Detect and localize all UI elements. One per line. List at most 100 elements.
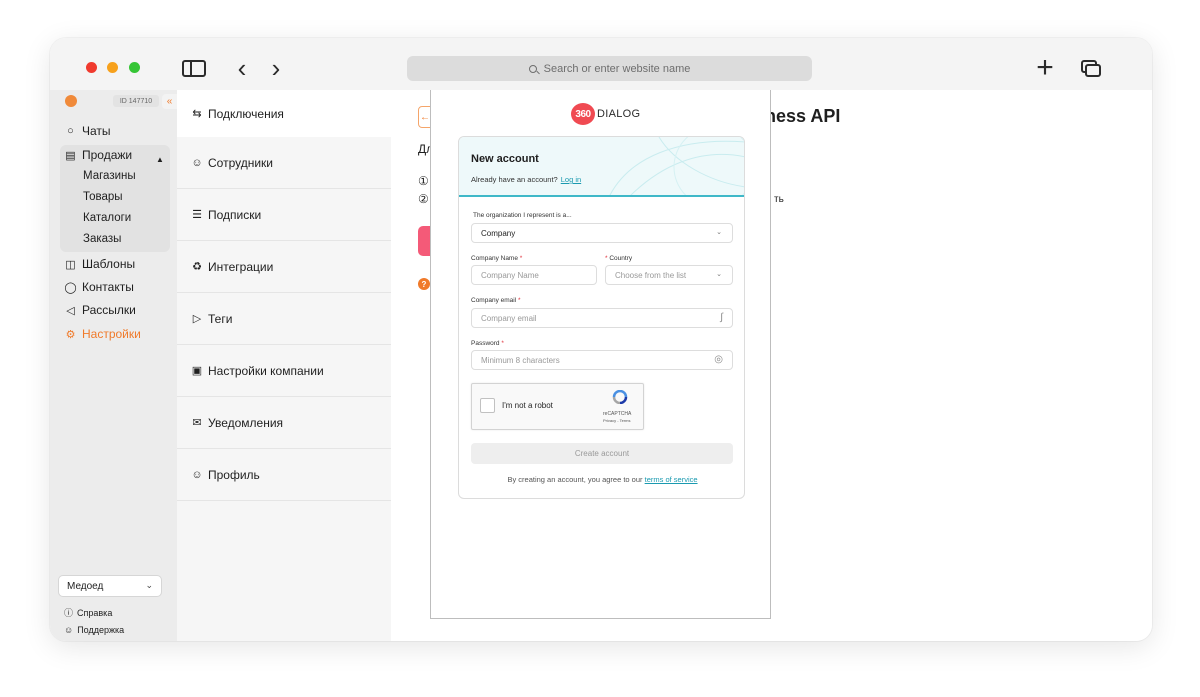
login-prompt: Already have an account? Log in [471, 175, 581, 184]
puzzle-icon: ♻ [192, 261, 202, 273]
tabs-icon[interactable] [1078, 56, 1104, 80]
org-type-value: Company [481, 228, 516, 238]
megaphone-icon: ◁ [66, 304, 75, 317]
country-label-text: Country [609, 255, 633, 262]
template-icon: ◫ [65, 258, 76, 271]
sidebar-item-contacts[interactable]: ◯ Контакты [64, 278, 134, 296]
email-placeholder: Company email [481, 313, 537, 323]
autofill-icon[interactable]: ∫ [720, 312, 723, 323]
settings-item-notifications[interactable]: ✉ Уведомления [177, 397, 391, 449]
terms-link[interactable]: terms of service [645, 475, 698, 484]
submenu-item-orders[interactable]: Заказы [83, 233, 121, 245]
eye-icon[interactable]: ◎ [714, 354, 723, 365]
sidebar-item-chats[interactable]: ○ Чаты [64, 122, 111, 140]
support-link[interactable]: ☺ Поддержка [64, 625, 124, 635]
chat-icon: ○ [67, 125, 74, 137]
settings-item-employees[interactable]: ☺ Сотрудники [177, 137, 391, 189]
recaptcha-terms[interactable]: Privacy - Terms [603, 418, 630, 423]
sidebar-item-settings[interactable]: ⚙ Настройки [64, 325, 141, 343]
brand-word: DIALOG [597, 108, 641, 120]
connect-button[interactable] [418, 226, 430, 256]
settings-item-label: Сотрудники [208, 155, 273, 170]
settings-item-company[interactable]: ▣ Настройки компании [177, 345, 391, 397]
login-link[interactable]: Log in [561, 175, 581, 184]
settings-item-profile[interactable]: ☺ Профиль [177, 449, 391, 501]
workspace-select[interactable]: Медоед ⌄ [58, 575, 162, 597]
sidebar-item-sales[interactable]: ▤ Продажи [64, 146, 132, 164]
sidebar-item-templates[interactable]: ◫ Шаблоны [64, 255, 135, 273]
header-decoration [609, 137, 744, 195]
settings-item-tags[interactable]: ▷ Теги [177, 293, 391, 345]
sidebar-item-label: Чаты [82, 124, 111, 138]
settings-item-label: Подписки [208, 207, 262, 222]
plus-icon[interactable]: + [1032, 51, 1058, 84]
help-link[interactable]: ⓘ Справка [64, 606, 112, 619]
page-title: ness API [765, 106, 841, 126]
email-label-text: Company email [471, 297, 517, 304]
settings-item-label: Профиль [208, 467, 260, 482]
exchange-icon: ⇆ [192, 108, 202, 120]
close-window-button[interactable] [86, 62, 97, 73]
brand-number: 360 [571, 103, 595, 125]
sidebar-item-label: Продажи [82, 148, 133, 162]
company-name-input[interactable]: Company Name [471, 265, 597, 285]
help-icon[interactable]: ? [418, 278, 430, 290]
country-label: * Country [605, 255, 632, 262]
address-bar[interactable]: Search or enter website name [407, 56, 812, 81]
sidebar-item-mailings[interactable]: ◁ Рассылки [64, 301, 136, 319]
recaptcha-checkbox[interactable] [480, 398, 495, 413]
submenu-item-products[interactable]: Товары [83, 191, 123, 203]
address-placeholder: Search or enter website name [543, 62, 691, 75]
sidebar-item-label: Настройки [82, 327, 141, 341]
terms-text: By creating an account, you agree to our [507, 475, 643, 484]
settings-item-label: Теги [208, 311, 233, 326]
org-type-label: The organization I represent is a... [473, 212, 572, 219]
submenu-item-stores[interactable]: Магазины [83, 170, 136, 182]
brand-logo: 360 DIALOG [571, 103, 641, 125]
briefcase-icon: ▣ [191, 365, 203, 377]
maximize-window-button[interactable] [129, 62, 140, 73]
sidebar-item-label: Контакты [82, 280, 134, 294]
people-icon: ☺ [191, 156, 203, 169]
required-mark: * [517, 297, 521, 304]
account-id-badge: ID 147710 [113, 95, 159, 107]
submenu-item-catalogs[interactable]: Каталоги [83, 212, 131, 224]
back-icon[interactable]: ‹ [232, 53, 252, 83]
minimize-window-button[interactable] [107, 62, 118, 73]
login-prompt-text: Already have an account? [471, 175, 558, 184]
contacts-icon: ◯ [64, 281, 77, 294]
org-type-select[interactable]: Company ⌄ [471, 223, 733, 243]
settings-item-integrations[interactable]: ♻ Интеграции [177, 241, 391, 293]
settings-item-connections[interactable]: ⇆ Подключения [177, 90, 391, 137]
signup-card: New account Already have an account? Log … [458, 136, 745, 499]
chevron-down-icon: ⌄ [145, 580, 153, 590]
forward-icon[interactable]: › [266, 53, 286, 83]
step-one-marker: ① [418, 174, 429, 188]
company-name-placeholder: Company Name [481, 270, 539, 280]
card-title: New account [471, 153, 539, 165]
password-label: Password * [471, 340, 504, 347]
account-avatar[interactable] [65, 95, 77, 107]
caret-up-icon[interactable]: ▲ [156, 155, 164, 164]
sidebar-icon[interactable] [181, 56, 207, 80]
password-input[interactable]: Minimum 8 characters ◎ [471, 350, 733, 370]
terms-notice: By creating an account, you agree to our… [459, 475, 744, 484]
mail-icon: ✉ [192, 417, 202, 429]
step-two-text: ть [774, 194, 784, 205]
country-select[interactable]: Choose from the list ⌄ [605, 265, 733, 285]
tag-icon: ▷ [192, 313, 202, 325]
create-account-button[interactable]: Create account [471, 443, 733, 464]
required-mark: * [605, 255, 608, 262]
browser-toolbar: ‹ › Search or enter website name + [50, 38, 1152, 90]
required-mark: * [519, 255, 523, 262]
signup-popup: 360 DIALOG New account Already have an a… [430, 90, 771, 619]
recaptcha-widget: I'm not a robot reCAPTCHA Privacy - Term… [471, 383, 644, 430]
sidebar-item-label: Шаблоны [82, 257, 136, 271]
settings-item-label: Настройки компании [208, 363, 324, 378]
help-link-label: Справка [77, 607, 113, 618]
email-label: Company email * [471, 297, 521, 304]
email-input[interactable]: Company email ∫ [471, 308, 733, 328]
settings-item-subscriptions[interactable]: ☰ Подписки [177, 189, 391, 241]
collapse-sidebar-button[interactable]: « [162, 94, 177, 109]
workspace-select-value: Медоед [67, 580, 104, 592]
